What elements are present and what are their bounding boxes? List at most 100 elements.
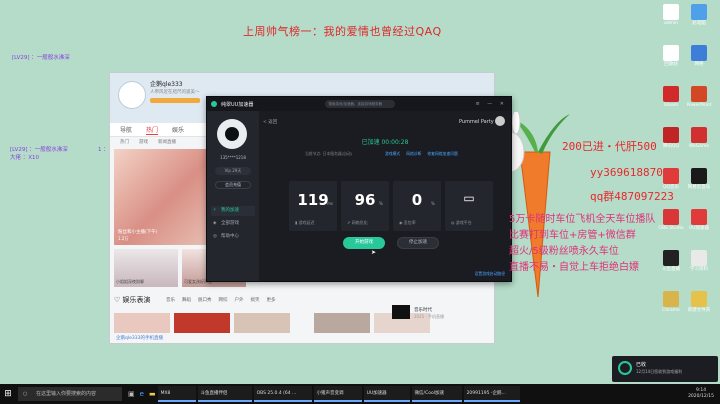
overlay-yy: yy369618870 [590, 166, 663, 179]
taskbar-app[interactable]: 斗鱼直播伴侣 [197, 386, 252, 402]
thumb[interactable] [234, 313, 290, 333]
node-info: 当前节点: 日本服务器(自动) [305, 151, 353, 156]
subtab-game[interactable]: 游戏 [139, 139, 148, 145]
member-button[interactable]: 会员充值 [215, 181, 251, 189]
section-tab[interactable]: 脱口秀 [198, 297, 212, 303]
app-icon [663, 86, 679, 102]
desktop-icon[interactable]: WeGame [682, 127, 716, 149]
title-bar: 纯翠UU加速器 搜索游戏/加速器，连接游戏服务器 ≡ — ✕ [207, 97, 511, 111]
tab-nav[interactable]: 导航 [120, 125, 132, 134]
lightning-icon: ⚡ [213, 208, 217, 213]
stop-acceleration-button[interactable]: 停止加速 [397, 237, 439, 249]
app-icon [663, 4, 679, 20]
game-avatar [495, 116, 505, 126]
taskbar-app[interactable]: OBS 25.0.4 (64 ... [253, 386, 312, 402]
taskbar-app[interactable]: 小猪声音变调 [313, 386, 362, 402]
desktop-icon-label: 网络 [694, 62, 704, 67]
window-controls[interactable]: ≡ — ✕ [475, 101, 507, 107]
taskbar-search-input[interactable]: ○ 在这里输入你要搜索的内容 [18, 387, 122, 401]
avatar[interactable] [217, 119, 247, 149]
card-viewers: 1.2万 [118, 236, 129, 241]
section-title: ♡ 娱乐表演 [114, 296, 151, 304]
stream-thumbnail[interactable]: 粉丝和小主播(下午) 1.2万 [114, 149, 210, 245]
search-icon: ○ [23, 391, 28, 397]
desktop-icon[interactable]: UU加速器 [682, 209, 716, 231]
system-clock[interactable]: 9:14 2020/12/15 [688, 388, 720, 400]
avatar[interactable] [118, 81, 146, 109]
task-view-icon[interactable]: ▣ [128, 390, 135, 398]
monitor-icon: ▭ [463, 191, 475, 205]
right-item-thumb[interactable] [392, 305, 410, 319]
app-icon [691, 45, 707, 61]
search-input[interactable]: 搜索游戏/加速器，连接游戏服务器 [325, 100, 396, 108]
thumb[interactable] [174, 313, 230, 333]
signature: 人帝风近在咫尺的遥美～ [150, 90, 200, 95]
right-item-label: 音乐时代 [414, 308, 432, 313]
folder-icon[interactable]: ▬ [149, 390, 156, 398]
stream-card[interactable]: 小姐姐深夜陪聊 [114, 249, 178, 287]
desktop-icon-label: 学习资料 [690, 267, 708, 272]
overlay-sell: 200已进・代肝500 [562, 140, 657, 153]
desktop-icon[interactable]: 学习资料 [682, 250, 716, 272]
app-icon [663, 250, 679, 266]
launch-path-link[interactable]: 设置游戏启动路径 [475, 271, 505, 277]
stat-label: ◉ 丢包率 [399, 220, 416, 225]
taskbar-app[interactable]: 微信/Cool加速 [411, 386, 462, 402]
desktop-icon[interactable]: 网络 [682, 45, 716, 67]
desktop-icon[interactable]: 新建文件夹 [682, 291, 716, 313]
main-panel: < 返回 Pummel Party 已加速 00:00:28 当前节点: 日本服… [259, 111, 511, 281]
back-link[interactable]: < 返回 [263, 119, 277, 125]
stat-value: 96 [354, 191, 376, 209]
stat-unit: % [431, 201, 435, 206]
bottom-link[interactable]: 企鹅qle333的手机直播 [116, 335, 163, 341]
thumb[interactable] [314, 313, 370, 333]
sidebar-item-help[interactable]: ◎ 帮助中心 [211, 232, 255, 242]
sidebar-item-all-games[interactable]: ◈ 全部游戏 [211, 219, 255, 229]
app-icon [663, 168, 679, 184]
stat-unit: % [379, 201, 383, 206]
app-icon [691, 250, 707, 266]
section-tab[interactable]: 舞蹈 [182, 297, 191, 303]
section-tabs: 音乐 舞蹈 脱口秀 网综 户外 搞笑 更多 [166, 297, 276, 303]
stat-value: 119 [297, 191, 329, 209]
tab-ent[interactable]: 娱乐 [172, 125, 184, 134]
link-mode[interactable]: 游戏模式 [385, 151, 400, 157]
desktop-icon[interactable]: 此电脑 [682, 4, 716, 26]
tab-hot[interactable]: 热门 [146, 125, 159, 135]
link-repair[interactable]: 修复网络加速问题 [427, 151, 457, 157]
app-icon [663, 45, 679, 61]
section-tab[interactable]: 搞笑 [251, 297, 260, 303]
subtab-news[interactable]: 新闻直播 [158, 139, 176, 145]
desktop-icon[interactable]: 网易云音乐 [682, 168, 716, 190]
app-icon [691, 168, 707, 184]
section-tab[interactable]: 更多 [267, 297, 276, 303]
stat-unit: ms [327, 201, 333, 206]
taskbar-app[interactable]: MX8 [157, 386, 196, 402]
subtab-hot[interactable]: 热门 [120, 139, 129, 145]
start-game-button[interactable]: 开始游戏 [343, 237, 385, 249]
right-item-sub: 2025 · 手机直播 [414, 314, 444, 319]
edge-icon[interactable]: e [140, 390, 144, 398]
link-diagnose[interactable]: 网络诊断 [406, 151, 421, 157]
gamepad-icon: ◈ [213, 221, 217, 226]
heart-icon: ♡ [114, 296, 121, 304]
notification-toast[interactable]: 已收 12月14日您收到游戏福利 [612, 356, 718, 382]
mouse-cursor-icon: ➤ [371, 249, 377, 256]
stat-optimization: 96 % ⇗ 网络优化 [341, 181, 389, 231]
taskbar-app[interactable]: UU加速器 [363, 386, 410, 402]
thumb[interactable] [114, 313, 170, 333]
user-id: 135****1218 [220, 155, 246, 160]
section-tab[interactable]: 网综 [219, 297, 228, 303]
desktop-icon[interactable]: PowerPoint [682, 86, 716, 108]
level-badges [150, 98, 200, 103]
section-tab[interactable]: 户外 [235, 297, 244, 303]
desktop-icon-label: PowerPoint [686, 103, 712, 108]
sidebar-item-my-acceleration[interactable]: ⚡ 我的加速 [211, 206, 255, 216]
desktop-icon-label: 此电脑 [692, 21, 706, 26]
promo-line: 5万卡随时车位飞机全天车位播队 [509, 214, 656, 225]
windows-start-icon[interactable]: ⊞ [0, 389, 16, 399]
taskbar-app[interactable]: 20991195 -企鹅... [463, 386, 520, 402]
stat-label: ⇗ 网络优化 [347, 220, 368, 225]
app-icon [691, 127, 707, 143]
section-tab[interactable]: 音乐 [166, 297, 175, 303]
